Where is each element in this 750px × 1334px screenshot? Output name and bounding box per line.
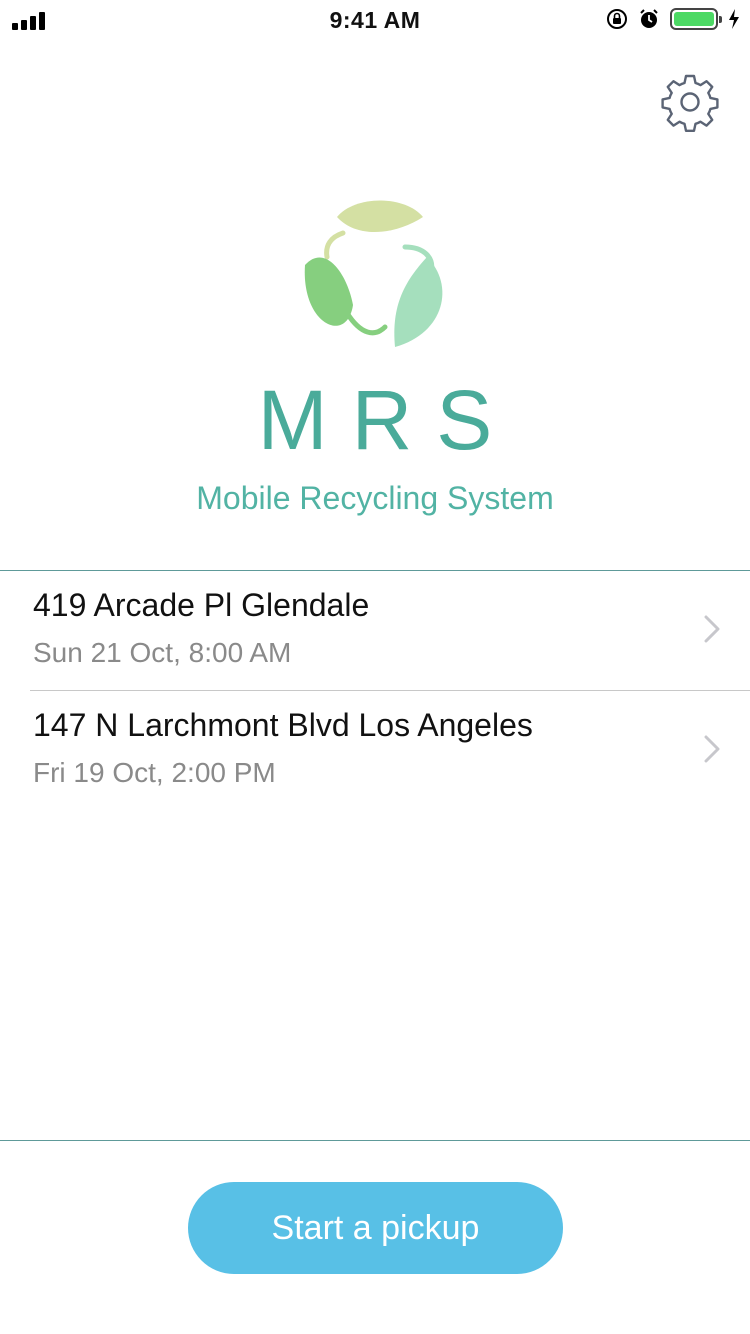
start-pickup-button[interactable]: Start a pickup [188,1182,563,1274]
charging-bolt-icon [729,9,739,29]
pickup-datetime: Fri 19 Oct, 2:00 PM [33,757,276,788]
chevron-right-icon [704,735,720,763]
battery-icon [670,8,722,30]
status-bar: 9:41 AM [0,0,750,40]
orientation-lock-icon [607,9,627,29]
pickup-list: 419 Arcade Pl Glendale Sun 21 Oct, 8:00 … [0,571,750,809]
recycle-leaves-logo [304,200,443,347]
pickup-address: 419 Arcade Pl Glendale [33,587,370,623]
footer-divider [0,1140,750,1141]
list-item[interactable]: 419 Arcade Pl Glendale Sun 21 Oct, 8:00 … [0,571,750,690]
gear-icon[interactable] [660,72,720,132]
pickup-address: 147 N Larchmont Blvd Los Angeles [33,707,533,743]
chevron-right-icon [704,615,720,643]
brand-subtitle: Mobile Recycling System [196,480,554,516]
pickup-datetime: Sun 21 Oct, 8:00 AM [33,637,292,668]
brand-title: MRS [257,373,517,467]
alarm-icon [640,9,658,28]
list-item[interactable]: 147 N Larchmont Blvd Los Angeles Fri 19 … [30,690,750,809]
